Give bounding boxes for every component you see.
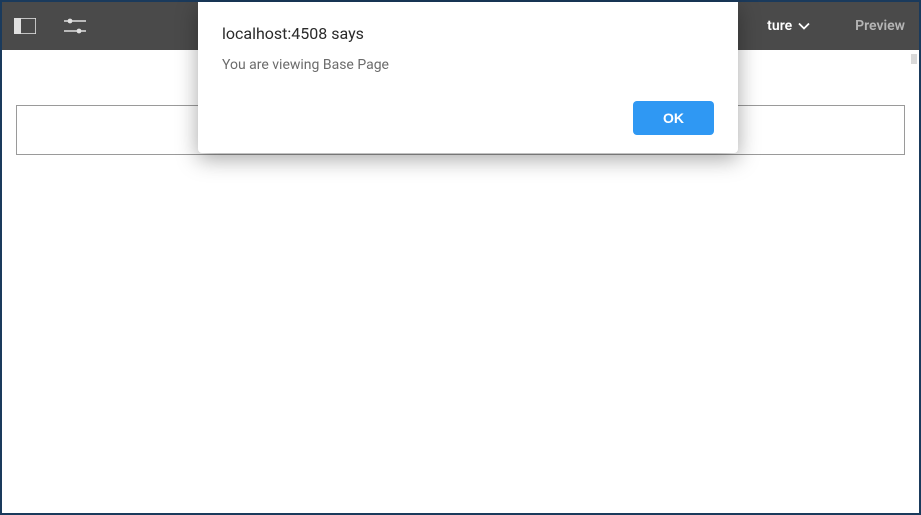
dialog-actions: OK	[222, 101, 714, 135]
scrollbar[interactable]	[911, 54, 917, 64]
alert-dialog: localhost:4508 says You are viewing Base…	[198, 2, 738, 153]
dialog-title: localhost:4508 says	[222, 24, 714, 43]
side-panel-icon[interactable]	[14, 15, 36, 37]
preview-button[interactable]: Preview	[855, 18, 905, 34]
dialog-message: You are viewing Base Page	[222, 57, 714, 73]
toolbar-left-group	[14, 15, 86, 37]
chevron-down-icon	[798, 18, 810, 34]
ok-button[interactable]: OK	[633, 101, 714, 135]
structure-dropdown[interactable]: ture	[767, 18, 810, 34]
structure-label: ture	[767, 18, 792, 34]
sliders-icon[interactable]	[64, 15, 86, 37]
